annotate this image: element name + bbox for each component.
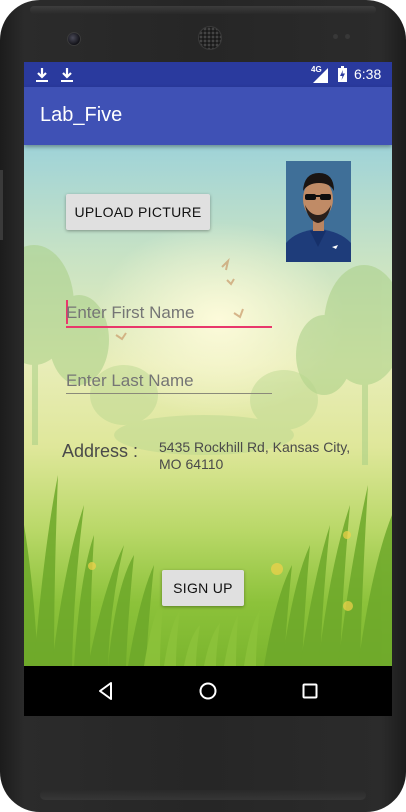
- upload-picture-button[interactable]: UPLOAD PICTURE: [66, 194, 210, 230]
- phone-frame: 4G 6:38 Lab_Five UPLOAD PICTURE Enter Fi…: [0, 0, 406, 812]
- phone-bottom-edge: [40, 790, 366, 800]
- home-icon[interactable]: [196, 679, 220, 703]
- last-name-underline: [66, 393, 272, 394]
- profile-photo-portrait: [286, 161, 351, 262]
- front-camera: [67, 32, 81, 46]
- earpiece-speaker: [198, 26, 222, 50]
- first-name-input[interactable]: [66, 302, 271, 324]
- form-content: UPLOAD PICTURE Enter First Name Enter La…: [24, 145, 392, 666]
- profile-photo: [286, 161, 351, 262]
- first-name-underline: [66, 326, 272, 328]
- download-icon: [61, 68, 73, 82]
- signal-icon: [313, 68, 328, 83]
- address-value: 5435 Rockhill Rd, Kansas City, MO 64110: [159, 439, 351, 472]
- sign-up-button[interactable]: SIGN UP: [162, 570, 244, 606]
- status-bar: 4G 6:38: [24, 62, 392, 87]
- app-title: Lab_Five: [40, 104, 123, 126]
- recents-icon[interactable]: [298, 679, 322, 703]
- last-name-input[interactable]: [66, 370, 271, 392]
- address-label: Address :: [62, 441, 139, 461]
- light-sensor: [345, 34, 350, 39]
- battery-icon: [338, 66, 347, 82]
- app-bar: Lab_Five: [24, 87, 392, 145]
- navigation-bar: [24, 666, 392, 716]
- status-clock: 6:38: [354, 66, 382, 82]
- download-icon: [36, 68, 48, 82]
- back-icon[interactable]: [94, 679, 118, 703]
- phone-top-edge: [30, 6, 376, 14]
- screen: 4G 6:38 Lab_Five UPLOAD PICTURE Enter Fi…: [24, 62, 392, 716]
- proximity-sensor: [333, 34, 338, 39]
- volume-button: [0, 170, 3, 240]
